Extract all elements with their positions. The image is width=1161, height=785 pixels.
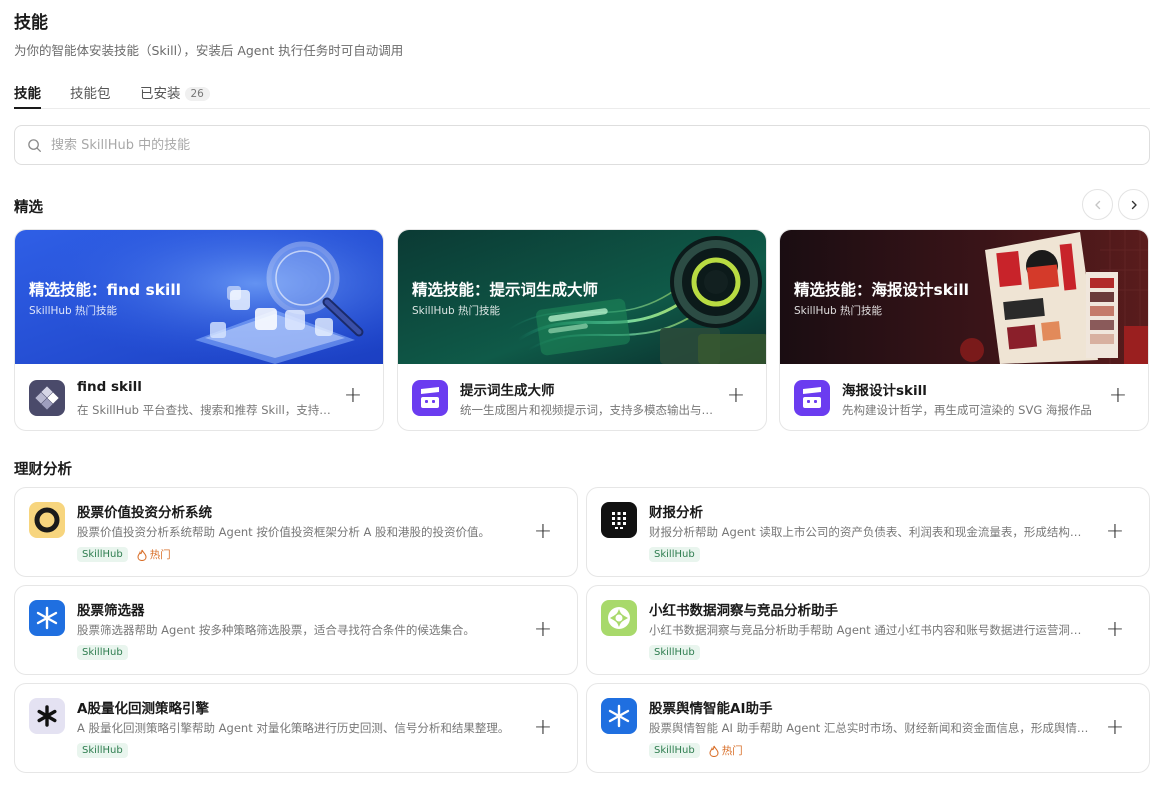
skill-tags: SkillHub <box>649 643 700 662</box>
featured-banner: 精选技能：提示词生成大师 SkillHub 热门技能 <box>398 230 766 364</box>
installed-count-badge: 26 <box>184 87 210 101</box>
add-skill-button[interactable]: + <box>533 521 553 543</box>
skill-name: 小红书数据洞察与竞品分析助手 <box>649 603 838 619</box>
skill-tags: SkillHub <box>649 545 700 564</box>
tab-label: 已安装 <box>140 86 181 102</box>
skill-card-xiaohongshu-insight[interactable]: 小红书数据洞察与竞品分析助手 小红书数据洞察与竞品分析助手帮助 Agent 通过… <box>586 585 1150 675</box>
asterisk-logo-icon <box>29 698 65 734</box>
banner-title: 精选技能：海报设计skill <box>794 281 969 299</box>
featured-section-title: 精选 <box>14 200 43 216</box>
featured-card-find-skill[interactable]: 精选技能：find skill SkillHub 热门技能 find skill… <box>14 229 384 431</box>
featured-card-poster-design[interactable]: 精选技能：海报设计skill SkillHub 热门技能 海报设计skill 先… <box>779 229 1149 431</box>
spark-logo-icon <box>29 600 65 636</box>
skill-name: find skill <box>77 379 142 395</box>
chevron-right-icon <box>1131 200 1137 209</box>
source-tag: SkillHub <box>649 645 700 660</box>
banner-subtitle: SkillHub 热门技能 <box>29 305 118 317</box>
carousel-prev-button[interactable] <box>1082 189 1113 220</box>
skill-tags: SkillHub 热门 <box>77 545 171 564</box>
add-skill-button[interactable]: + <box>1105 521 1125 543</box>
featured-card-prompt-master[interactable]: 精选技能：提示词生成大师 SkillHub 热门技能 提示词生成大师 统一生成图… <box>397 229 767 431</box>
skill-desc: 股票舆情智能 AI 助手帮助 Agent 汇总实时市场、财经新闻和资金面信息，形… <box>649 721 1089 735</box>
featured-info: find skill 在 SkillHub 平台查找、搜索和推荐 Skill，支… <box>15 364 383 430</box>
tab-installed[interactable]: 已安装 26 <box>140 82 210 109</box>
add-skill-button[interactable]: + <box>533 717 553 739</box>
skill-tags: SkillHub <box>77 643 128 662</box>
skill-name: 股票筛选器 <box>77 603 145 619</box>
add-skill-button[interactable]: + <box>726 385 746 407</box>
chevron-left-icon <box>1094 200 1100 209</box>
skill-tags: SkillHub 热门 <box>649 741 743 760</box>
skill-card-quant-backtest[interactable]: A股量化回测策略引擎 A 股量化回测策略引擎帮助 Agent 对量化策略进行历史… <box>14 683 578 773</box>
skill-desc: 统一生成图片和视频提示词，支持多模态输出与风格控制 <box>460 403 716 417</box>
flame-icon <box>709 745 719 757</box>
carousel-next-button[interactable] <box>1118 189 1149 220</box>
banner-subtitle: SkillHub 热门技能 <box>794 305 883 317</box>
featured-info: 海报设计skill 先构建设计哲学，再生成可渲染的 SVG 海报作品 + <box>780 364 1148 430</box>
featured-info: 提示词生成大师 统一生成图片和视频提示词，支持多模态输出与风格控制 + <box>398 364 766 430</box>
skill-tags: SkillHub <box>77 741 128 760</box>
skill-desc: 小红书数据洞察与竞品分析助手帮助 Agent 通过小红书内容和账号数据进行运营洞… <box>649 623 1089 637</box>
add-skill-button[interactable]: + <box>343 385 363 407</box>
hot-tag: 热门 <box>709 743 743 758</box>
tab-label: 技能 <box>14 86 41 102</box>
find-skill-logo-icon <box>29 380 65 416</box>
source-tag: SkillHub <box>77 547 128 562</box>
featured-banner: 精选技能：海报设计skill SkillHub 热门技能 <box>780 230 1148 364</box>
tab-bar: 技能 技能包 已安装 26 <box>14 78 1150 109</box>
skill-name: 股票舆情智能AI助手 <box>649 701 773 717</box>
ring-logo-icon <box>29 502 65 538</box>
source-tag: SkillHub <box>77 743 128 758</box>
grid-logo-icon <box>601 502 637 538</box>
skill-name: 提示词生成大师 <box>460 383 555 399</box>
hot-label: 热门 <box>149 549 171 561</box>
skill-desc: A 股量化回测策略引擎帮助 Agent 对量化策略进行历史回测、信号分析和结果整… <box>77 721 510 735</box>
hot-tag: 热门 <box>137 547 171 562</box>
banner-title: 精选技能：find skill <box>29 281 181 299</box>
skill-desc: 股票筛选器帮助 Agent 按多种策略筛选股票，适合寻找符合条件的候选集合。 <box>77 623 475 637</box>
page-title: 技能 <box>14 13 48 33</box>
skill-name: 财报分析 <box>649 505 703 521</box>
skill-card-value-investing[interactable]: 股票价值投资分析系统 股票价值投资分析系统帮助 Agent 按价值投资框架分析 … <box>14 487 578 577</box>
skill-desc: 股票价值投资分析系统帮助 Agent 按价值投资框架分析 A 股和港股的投资价值… <box>77 525 491 539</box>
banner-title: 精选技能：提示词生成大师 <box>412 281 599 299</box>
skill-card-stock-screener[interactable]: 股票筛选器 股票筛选器帮助 Agent 按多种策略筛选股票，适合寻找符合条件的候… <box>14 585 578 675</box>
tab-skill-packs[interactable]: 技能包 <box>70 82 111 109</box>
hot-label: 热门 <box>721 745 743 757</box>
skill-name: A股量化回测策略引擎 <box>77 701 209 717</box>
page-subtitle: 为你的智能体安装技能（Skill），安装后 Agent 执行任务时可自动调用 <box>14 43 404 58</box>
banner-subtitle: SkillHub 热门技能 <box>412 305 501 317</box>
add-skill-button[interactable]: + <box>1108 385 1128 407</box>
search-box <box>14 125 1150 165</box>
add-skill-button[interactable]: + <box>1105 717 1125 739</box>
poster-design-logo-icon <box>794 380 830 416</box>
search-input[interactable] <box>51 134 1131 156</box>
source-tag: SkillHub <box>649 547 700 562</box>
skill-desc: 在 SkillHub 平台查找、搜索和推荐 Skill，支持按关键词和分类检索 <box>77 403 333 417</box>
flower-logo-icon <box>601 600 637 636</box>
source-tag: SkillHub <box>77 645 128 660</box>
tab-label: 技能包 <box>70 86 111 102</box>
source-tag: SkillHub <box>649 743 700 758</box>
tab-skills[interactable]: 技能 <box>14 82 41 109</box>
skill-name: 海报设计skill <box>842 383 927 399</box>
skill-card-stock-sentiment[interactable]: 股票舆情智能AI助手 股票舆情智能 AI 助手帮助 Agent 汇总实时市场、财… <box>586 683 1150 773</box>
skill-name: 股票价值投资分析系统 <box>77 505 212 521</box>
flame-icon <box>137 549 147 561</box>
finance-section-title: 理财分析 <box>14 462 72 478</box>
add-skill-button[interactable]: + <box>1105 619 1125 641</box>
add-skill-button[interactable]: + <box>533 619 553 641</box>
spark-logo-icon <box>601 698 637 734</box>
search-icon <box>28 139 41 152</box>
prompt-master-logo-icon <box>412 380 448 416</box>
skill-desc: 先构建设计哲学，再生成可渲染的 SVG 海报作品 <box>842 403 1092 417</box>
skill-desc: 财报分析帮助 Agent 读取上市公司的资产负债表、利润表和现金流量表，形成结构… <box>649 525 1089 539</box>
featured-banner: 精选技能：find skill SkillHub 热门技能 <box>15 230 383 364</box>
skill-card-financial-report[interactable]: 财报分析 财报分析帮助 Agent 读取上市公司的资产负债表、利润表和现金流量表… <box>586 487 1150 577</box>
